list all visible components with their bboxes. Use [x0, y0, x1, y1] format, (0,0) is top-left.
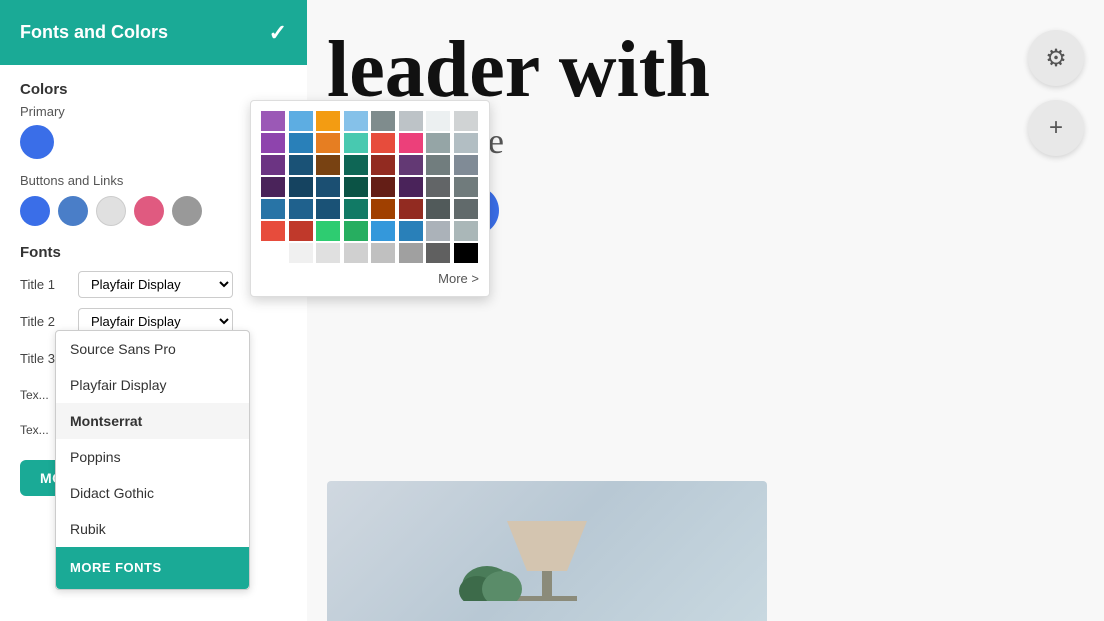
color-grid	[261, 111, 479, 263]
more-colors-link[interactable]: More >	[261, 271, 479, 286]
dropdown-item-rubik[interactable]: Rubik	[56, 511, 249, 547]
color-cell[interactable]	[289, 243, 313, 263]
color-cell[interactable]	[344, 243, 368, 263]
color-cell[interactable]	[371, 221, 395, 241]
color-cell[interactable]	[261, 177, 285, 197]
color-cell[interactable]	[426, 133, 450, 153]
hero-image	[327, 481, 767, 621]
swatch-gray[interactable]	[172, 196, 202, 226]
sidebar-header: Fonts and Colors ✓	[0, 0, 307, 65]
color-cell[interactable]	[426, 199, 450, 219]
title2-label: Title 2	[20, 314, 70, 329]
primary-label: Primary	[20, 104, 287, 119]
sidebar-title: Fonts and Colors	[20, 22, 168, 43]
gear-button[interactable]: ⚙	[1028, 30, 1084, 86]
dropdown-item-poppins[interactable]: Poppins	[56, 439, 249, 475]
color-cell[interactable]	[371, 177, 395, 197]
color-cell[interactable]	[454, 155, 478, 175]
color-cell[interactable]	[426, 243, 450, 263]
color-picker-popup: More >	[250, 100, 490, 297]
color-cell[interactable]	[371, 111, 395, 131]
color-cell[interactable]	[454, 177, 478, 197]
dropdown-item-montserrat[interactable]: Montserrat	[56, 403, 249, 439]
color-cell[interactable]	[399, 133, 423, 153]
color-cell[interactable]	[344, 177, 368, 197]
color-cell[interactable]	[261, 155, 285, 175]
color-cell[interactable]	[289, 199, 313, 219]
color-cell[interactable]	[426, 221, 450, 241]
colors-section-title: Colors	[20, 81, 287, 98]
color-cell[interactable]	[289, 177, 313, 197]
check-icon[interactable]: ✓	[269, 20, 287, 46]
main-content: leader with subtitle here Learn How ⚙ +	[307, 0, 1104, 621]
color-cell[interactable]	[344, 199, 368, 219]
swatch-blue[interactable]	[20, 196, 50, 226]
gear-icon: ⚙	[1045, 44, 1067, 73]
color-cell[interactable]	[426, 111, 450, 131]
color-cell[interactable]	[426, 177, 450, 197]
color-cell[interactable]	[316, 133, 340, 153]
fonts-section-title: Fonts	[20, 244, 287, 261]
font-row-title1: Title 1 Playfair Display	[20, 271, 287, 298]
color-cell[interactable]	[426, 155, 450, 175]
swatch-dark-blue[interactable]	[58, 196, 88, 226]
color-cell[interactable]	[399, 177, 423, 197]
color-cell[interactable]	[344, 133, 368, 153]
color-cell[interactable]	[316, 199, 340, 219]
color-cell[interactable]	[371, 243, 395, 263]
color-cell[interactable]	[261, 199, 285, 219]
dropdown-item-source-sans[interactable]: Source Sans Pro	[56, 331, 249, 367]
color-cell[interactable]	[344, 111, 368, 131]
color-cell[interactable]	[316, 243, 340, 263]
primary-color-swatch[interactable]	[20, 125, 54, 159]
swatch-pink[interactable]	[134, 196, 164, 226]
color-cell[interactable]	[289, 133, 313, 153]
color-cell[interactable]	[261, 111, 285, 131]
color-cell[interactable]	[316, 111, 340, 131]
color-cell[interactable]	[399, 155, 423, 175]
title1-font-select[interactable]: Playfair Display	[78, 271, 233, 298]
color-cell[interactable]	[289, 111, 313, 131]
color-cell[interactable]	[261, 243, 285, 263]
color-cell[interactable]	[399, 243, 423, 263]
color-cell[interactable]	[454, 243, 478, 263]
color-cell[interactable]	[316, 155, 340, 175]
lamp-illustration	[447, 501, 647, 601]
color-swatches	[20, 196, 287, 226]
color-cell[interactable]	[371, 155, 395, 175]
plus-icon: +	[1049, 114, 1063, 142]
hero-heading: leader with	[327, 30, 1064, 110]
plus-button[interactable]: +	[1028, 100, 1084, 156]
dropdown-item-playfair[interactable]: Playfair Display	[56, 367, 249, 403]
color-cell[interactable]	[454, 221, 478, 241]
title1-label: Title 1	[20, 277, 70, 292]
swatch-light-gray[interactable]	[96, 196, 126, 226]
color-cell[interactable]	[454, 199, 478, 219]
color-cell[interactable]	[261, 133, 285, 153]
color-cell[interactable]	[316, 177, 340, 197]
color-cell[interactable]	[261, 221, 285, 241]
color-cell[interactable]	[454, 111, 478, 131]
dropdown-item-didact[interactable]: Didact Gothic	[56, 475, 249, 511]
color-cell[interactable]	[344, 155, 368, 175]
color-cell[interactable]	[344, 221, 368, 241]
color-cell[interactable]	[454, 133, 478, 153]
color-cell[interactable]	[371, 133, 395, 153]
font-dropdown: Source Sans Pro Playfair Display Montser…	[55, 330, 250, 590]
color-cell[interactable]	[289, 221, 313, 241]
color-cell[interactable]	[316, 221, 340, 241]
color-cell[interactable]	[289, 155, 313, 175]
buttons-links-label: Buttons and Links	[20, 173, 287, 188]
dropdown-footer: MORE FONTS	[56, 547, 249, 589]
color-cell[interactable]	[371, 199, 395, 219]
dropdown-more-fonts-button[interactable]: MORE FONTS	[70, 560, 162, 575]
color-cell[interactable]	[399, 111, 423, 131]
color-cell[interactable]	[399, 199, 423, 219]
color-cell[interactable]	[399, 221, 423, 241]
